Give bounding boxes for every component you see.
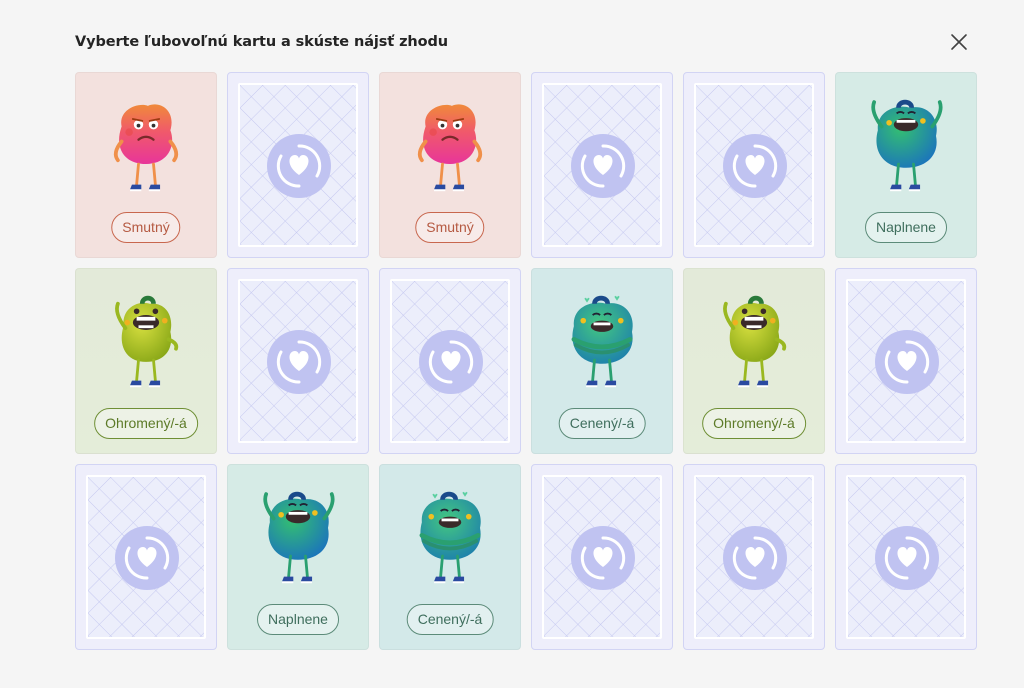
heart-emblem-icon [875,330,939,394]
card-face-down[interactable] [227,72,369,258]
card-appreciated[interactable]: Cenený/-á [531,268,673,454]
close-icon [951,34,967,50]
card-face-down[interactable] [75,464,217,650]
card-back-pattern [542,83,662,247]
appreciated-monster-icon [405,487,495,595]
card-back-pattern [846,475,966,639]
card-back-pattern [238,279,358,443]
card-back-pattern [694,83,814,247]
emotion-label: Smutný [111,212,181,243]
card-sad[interactable]: Smutný [75,72,217,258]
card-back-pattern [694,475,814,639]
dialog-title: Vyberte ľubovoľnú kartu a skúste nájsť z… [75,34,448,50]
fulfilled-monster-icon [861,95,951,203]
card-face-down[interactable] [683,72,825,258]
appreciated-monster-icon [557,291,647,399]
card-face-down[interactable] [835,268,977,454]
emotion-label: Naplnene [257,604,339,635]
heart-emblem-icon [571,526,635,590]
card-face-down[interactable] [531,72,673,258]
card-face-down[interactable] [683,464,825,650]
card-appreciated[interactable]: Cenený/-á [379,464,521,650]
amazed-monster-icon [709,291,799,399]
heart-emblem-icon [723,526,787,590]
card-fulfilled[interactable]: Naplnene [835,72,977,258]
close-button[interactable] [948,31,970,53]
card-grid: Smutný Smutný Naplnene Ohromený/-á Cenen… [75,72,977,650]
heart-emblem-icon [419,330,483,394]
card-back-pattern [86,475,206,639]
emotion-label: Smutný [415,212,485,243]
card-face-down[interactable] [227,268,369,454]
card-back-pattern [390,279,510,443]
card-back-pattern [542,475,662,639]
card-face-down[interactable] [379,268,521,454]
sad-monster-icon [405,95,495,203]
emotion-label: Ohromený/-á [94,408,198,439]
card-face-down[interactable] [531,464,673,650]
emotion-label: Cenený/-á [558,408,646,439]
card-amazed[interactable]: Ohromený/-á [75,268,217,454]
card-amazed[interactable]: Ohromený/-á [683,268,825,454]
sad-monster-icon [101,95,191,203]
heart-emblem-icon [723,134,787,198]
emotion-label: Naplnene [865,212,947,243]
fulfilled-monster-icon [253,487,343,595]
heart-emblem-icon [267,330,331,394]
card-back-pattern [238,83,358,247]
heart-emblem-icon [267,134,331,198]
card-back-pattern [846,279,966,443]
amazed-monster-icon [101,291,191,399]
heart-emblem-icon [571,134,635,198]
heart-emblem-icon [115,526,179,590]
emotion-label: Ohromený/-á [702,408,806,439]
heart-emblem-icon [875,526,939,590]
card-face-down[interactable] [835,464,977,650]
card-sad[interactable]: Smutný [379,72,521,258]
emotion-label: Cenený/-á [406,604,494,635]
dialog-header: Vyberte ľubovoľnú kartu a skúste nájsť z… [75,31,984,53]
card-fulfilled[interactable]: Naplnene [227,464,369,650]
